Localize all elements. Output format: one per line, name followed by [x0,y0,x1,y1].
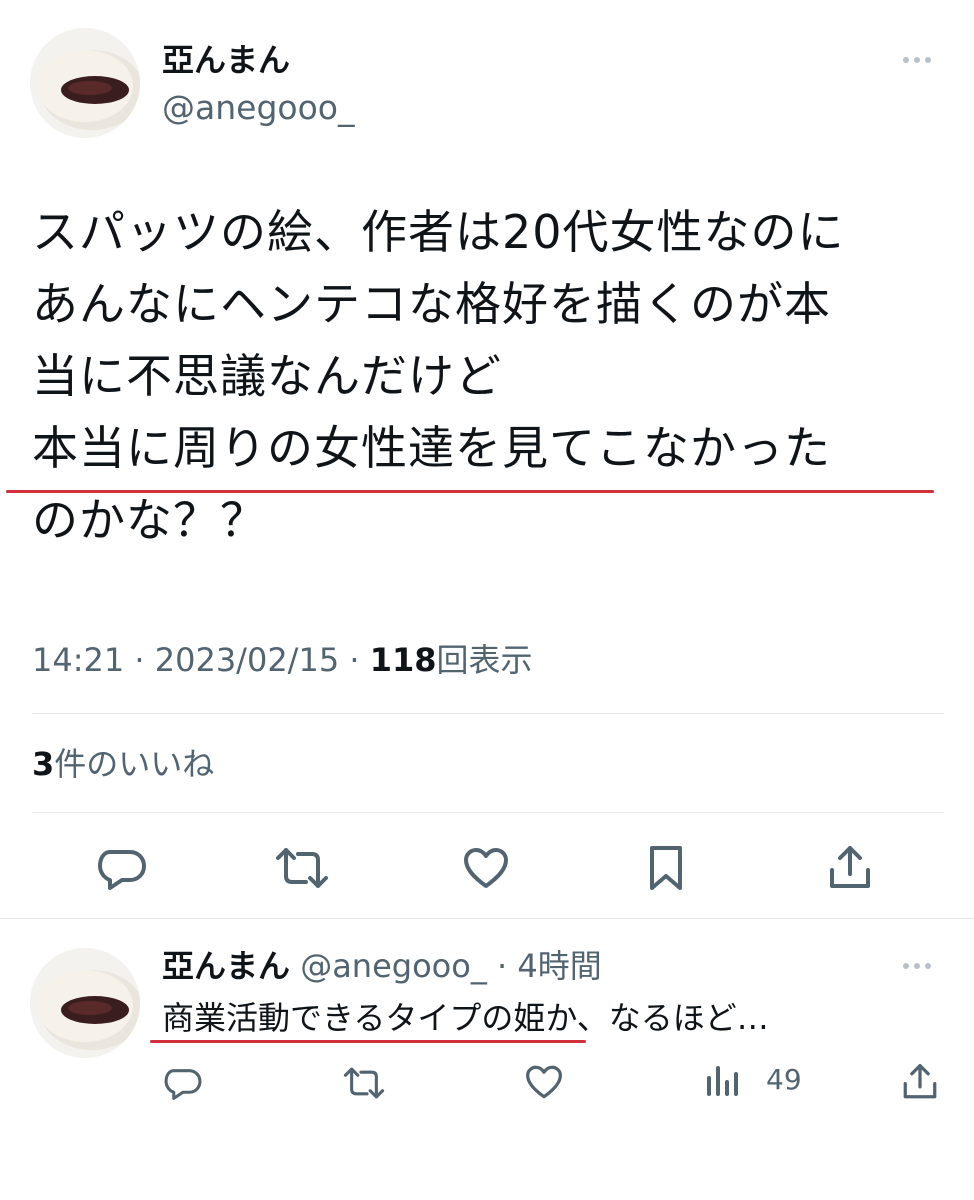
tweet-time[interactable]: 14:21 [32,641,124,679]
tweet-text-line: のかな？？ [32,493,267,547]
meta-separator: · [349,641,360,679]
tweet-date[interactable]: 2023/02/15 [155,641,339,679]
retweet-icon[interactable] [274,846,330,890]
tweet-text: スパッツの絵、作者は20代女性なのに あんなにヘンテコな格好を描くのが本 当に不… [32,196,952,556]
divider [0,918,974,919]
divider [32,812,944,813]
avatar[interactable] [30,28,140,138]
reply-handle[interactable]: @anegooo_ [300,947,487,985]
reply-views[interactable]: 49 [706,1062,802,1098]
reply-share-icon[interactable] [902,1062,938,1102]
reply-header: 亞んまん @anegooo_ · 4時間 [162,944,602,988]
tweet-text-line: 本当に周りの女性達を見てこなかった [32,421,831,475]
reply-display-name[interactable]: 亞んまん [162,947,290,985]
reply-time[interactable]: 4時間 [517,947,601,985]
more-options-icon[interactable] [903,55,931,65]
bookmark-icon[interactable] [646,844,686,892]
reply-icon[interactable] [96,844,148,892]
reply-red-underline [150,1040,586,1043]
reply-avatar-image [30,948,140,1058]
like-icon[interactable] [462,846,510,890]
reply-avatar[interactable] [30,948,140,1058]
reply-retweet-icon[interactable] [342,1066,386,1100]
divider [32,713,944,714]
likes-label: 件のいいね [54,745,215,783]
tweet-text-line: 当に不思議なんだけど [32,349,502,403]
reply-reply-icon[interactable] [163,1064,203,1102]
reply-like-icon[interactable] [524,1064,564,1100]
share-icon[interactable] [828,844,872,892]
avatar-image [30,28,140,138]
views-icon [706,1062,740,1098]
red-underline [6,490,934,493]
tweet-text-line: スパッツの絵、作者は20代女性なのに [32,205,845,259]
display-name[interactable]: 亞んまん [162,40,290,80]
tweet-text-line: あんなにヘンテコな格好を描くのが本 [32,277,831,331]
handle[interactable]: @anegooo_ [162,88,354,128]
reply-views-count: 49 [766,1063,802,1096]
reply-separator: · [496,947,508,985]
meta-separator: · [134,641,145,679]
views-count: 118 [369,641,437,679]
likes-count: 3 [32,745,55,783]
views-label: 回表示 [436,641,533,679]
reply-text: 商業活動できるタイプの姫か、なるほど… [162,999,769,1037]
tweet-meta: 14:21 · 2023/02/15 · 118回表示 [32,638,533,682]
reply-more-options-icon[interactable] [903,961,931,971]
likes-row[interactable]: 3件のいいね [32,742,214,786]
